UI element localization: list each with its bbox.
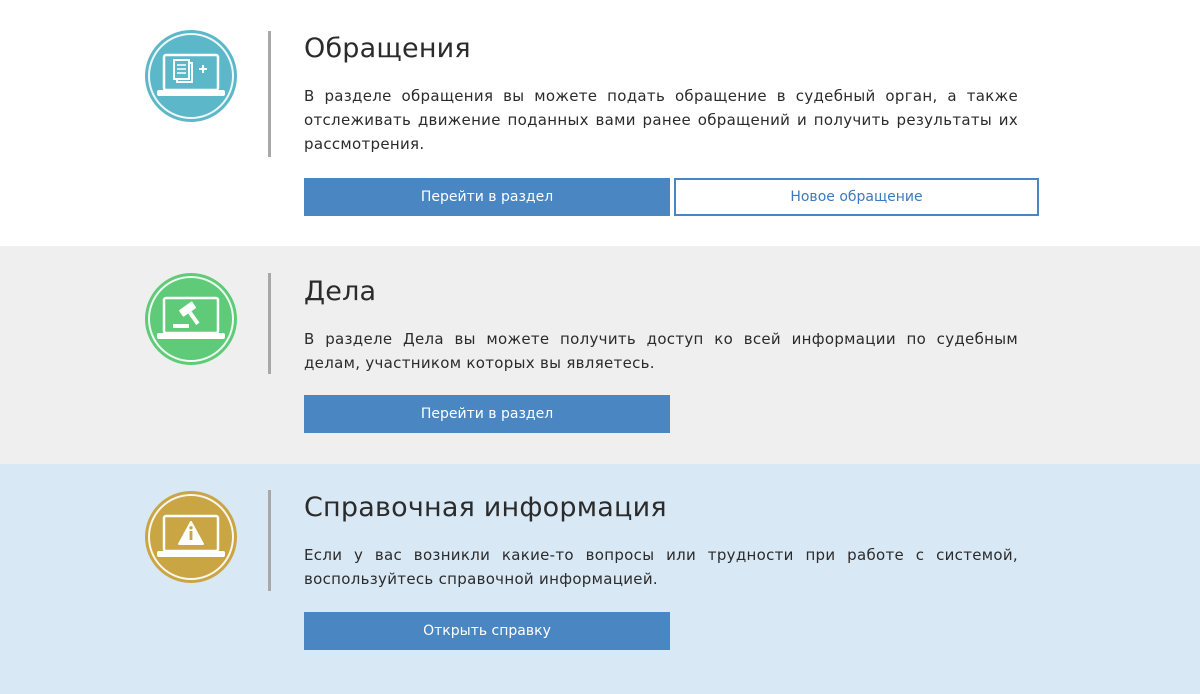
section-content: Справочная информация Если у вас возникл… — [304, 491, 1018, 591]
document-add-laptop-icon — [145, 30, 237, 122]
section-divider — [268, 273, 271, 374]
section-actions: Открыть справку — [304, 612, 670, 650]
section-title: Обращения — [304, 33, 471, 64]
go-to-cases-button[interactable]: Перейти в раздел — [304, 395, 670, 433]
section-help: Справочная информация Если у вас возникл… — [0, 464, 1200, 694]
section-content: Дела В разделе Дела вы можете получить д… — [304, 275, 1018, 375]
section-actions: Перейти в раздел — [304, 395, 670, 433]
info-laptop-icon — [145, 491, 237, 583]
section-description: Если у вас возникли какие-то вопросы или… — [304, 546, 1018, 588]
new-appeal-button[interactable]: Новое обращение — [674, 178, 1039, 216]
section-actions: Перейти в раздел Новое обращение — [304, 178, 1039, 216]
section-divider — [268, 490, 271, 591]
section-cases: Дела В разделе Дела вы можете получить д… — [0, 246, 1200, 464]
go-to-appeals-button[interactable]: Перейти в раздел — [304, 178, 670, 216]
section-description: В разделе обращения вы можете подать обр… — [304, 87, 1018, 153]
open-help-button[interactable]: Открыть справку — [304, 612, 670, 650]
section-appeals: Обращения В разделе обращения вы можете … — [0, 0, 1200, 246]
section-divider — [268, 31, 271, 157]
section-title: Дела — [304, 276, 377, 307]
section-title: Справочная информация — [304, 492, 667, 523]
section-content: Обращения В разделе обращения вы можете … — [304, 32, 1018, 156]
section-description: В разделе Дела вы можете получить доступ… — [304, 330, 1018, 372]
gavel-laptop-icon — [145, 273, 237, 365]
